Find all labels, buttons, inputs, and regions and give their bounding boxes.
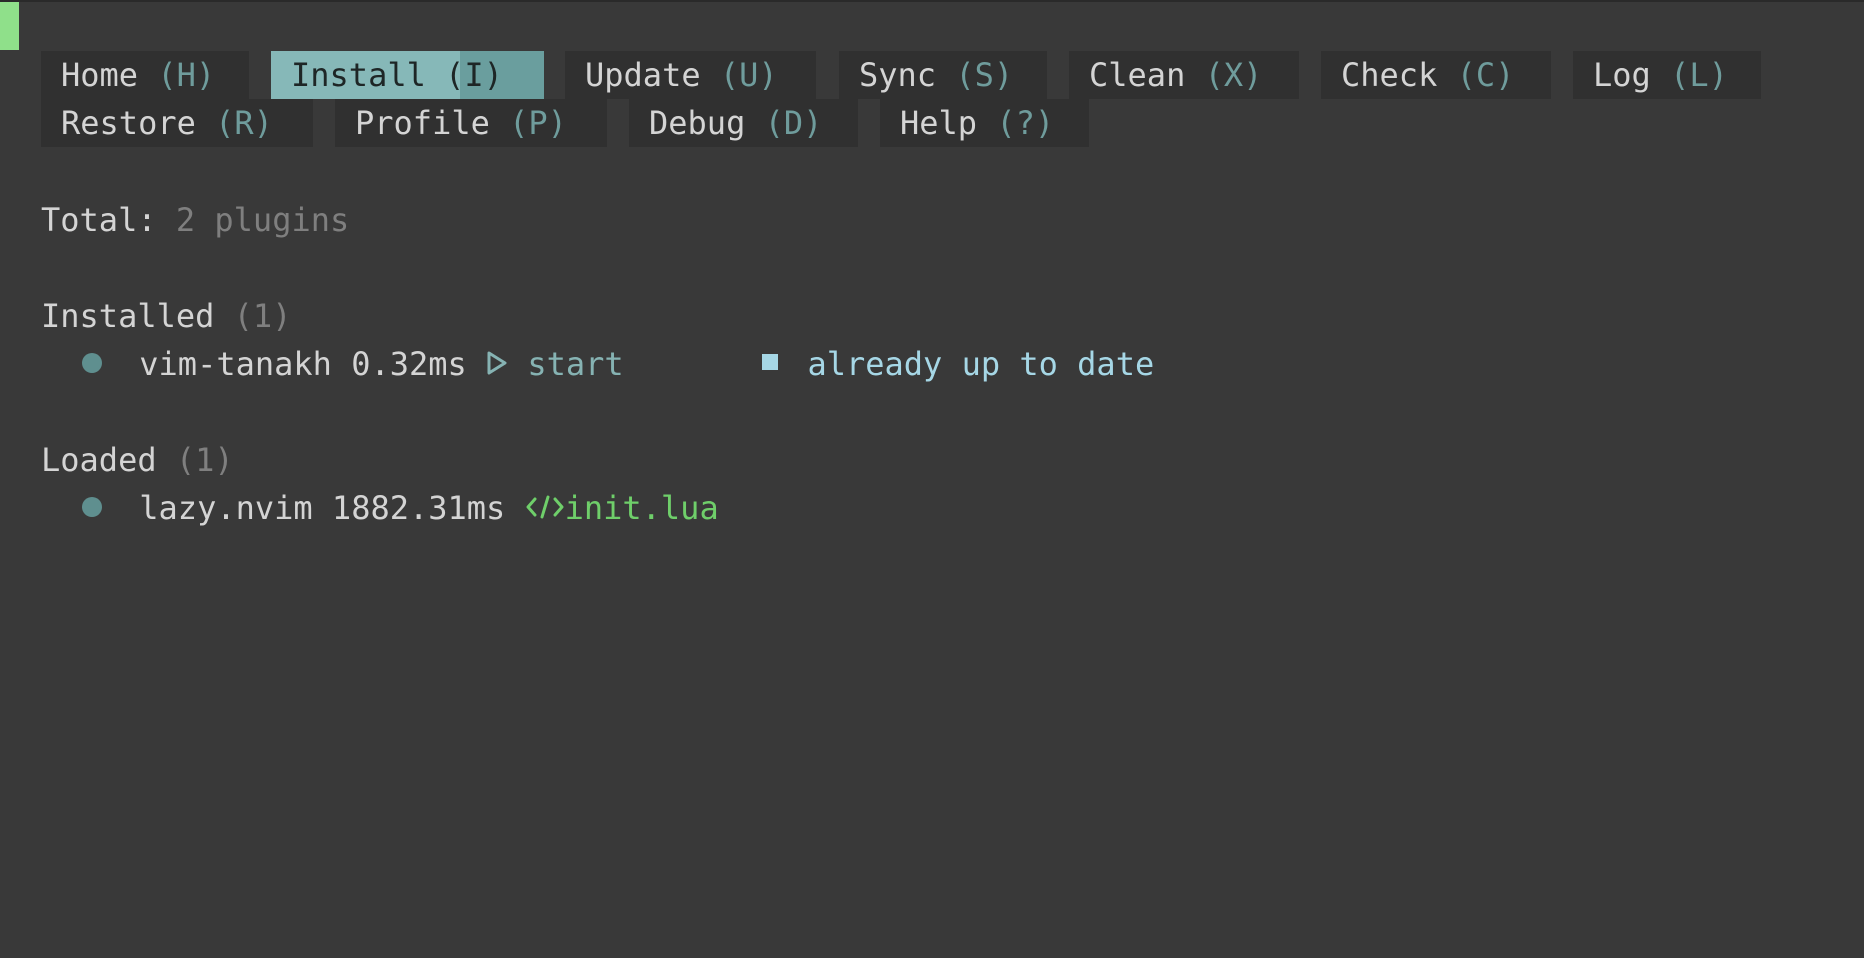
tab-profile-label: Profile [355,104,490,142]
tab-install-key: (I) [445,56,503,94]
tab-home[interactable]: Home (H) [41,51,249,99]
tab-update-key: (U) [719,56,778,94]
bullet-icon [82,353,102,373]
code-icon [525,489,565,527]
window-top-border [0,0,1864,2]
tab-debug-label: Debug [649,104,746,142]
tab-home-key: (H) [157,56,216,94]
plugin-row-lazy-nvim[interactable]: lazy.nvim 1882.31ms init.lua [82,484,719,532]
loaded-heading: Loaded (1) [41,436,234,484]
play-outline-icon [486,345,527,383]
tab-log[interactable]: Log (L) [1573,51,1761,99]
tab-sync-label: Sync [859,56,937,94]
installed-title: Installed [41,297,215,335]
bullet-icon [82,497,102,517]
tab-install-label: Install [291,56,426,94]
tab-help[interactable]: Help (?) [880,99,1089,147]
installed-heading: Installed (1) [41,292,291,340]
plugin-row-vim-tanakh[interactable]: vim-tanakh 0.32ms start already up to da… [82,340,1154,388]
tab-debug-key: (D) [764,104,823,142]
plugin-load-time: 1882.31ms [331,489,506,527]
tab-check[interactable]: Check (C) [1321,51,1551,99]
installed-count: (1) [233,297,292,335]
tab-debug[interactable]: Debug (D) [629,99,858,147]
total-label: Total: [41,201,157,239]
tab-restore-key: (R) [215,104,273,142]
tab-log-key: (L) [1670,56,1728,94]
tab-restore-label: Restore [61,104,196,142]
loaded-title: Loaded [41,441,157,479]
tab-sync-key: (S) [955,56,1014,94]
tab-home-label: Home [61,56,139,94]
tab-clean-key: (X) [1204,56,1263,94]
tab-clean[interactable]: Clean (X) [1069,51,1299,99]
tab-profile[interactable]: Profile (P) [335,99,607,147]
tab-profile-key: (P) [509,104,567,142]
plugin-source[interactable]: init.lua [565,489,719,527]
cursor [0,2,19,50]
tab-log-label: Log [1593,56,1651,94]
total-line: Total: 2 plugins [41,196,349,244]
tab-update-label: Update [585,56,701,94]
tab-sync[interactable]: Sync (S) [839,51,1047,99]
tab-check-key: (C) [1456,56,1515,94]
tab-restore[interactable]: Restore (R) [41,99,313,147]
plugin-status: already up to date [807,345,1155,383]
plugin-load-time: 0.32ms [351,345,467,383]
tab-help-key: (?) [996,104,1055,142]
tab-help-label: Help [900,104,978,142]
loaded-count: (1) [175,441,234,479]
tab-check-label: Check [1341,56,1438,94]
tab-clean-label: Clean [1089,56,1186,94]
plugin-name: lazy.nvim [139,489,313,527]
tab-update[interactable]: Update (U) [565,51,816,99]
square-icon [762,354,779,370]
plugin-name: vim-tanakh [139,345,332,383]
plugin-trigger: start [527,345,624,383]
total-value: 2 plugins [175,201,350,239]
tab-install[interactable]: Install (I) [271,51,544,99]
